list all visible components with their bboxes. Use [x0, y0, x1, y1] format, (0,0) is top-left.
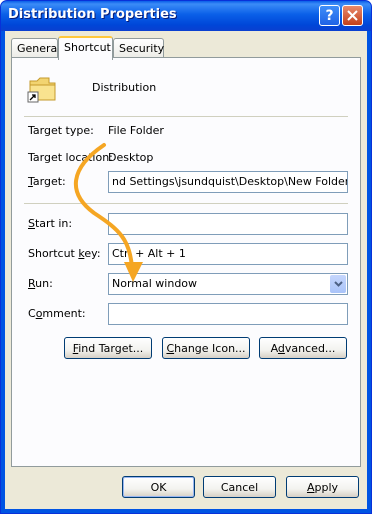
- close-icon: [347, 10, 358, 21]
- shortcut-panel: Distribution Target type: File Folder Ta…: [11, 57, 361, 467]
- start-in-label: Start in:: [28, 217, 73, 230]
- shortcut-key-value: Ctrl + Alt + 1: [112, 247, 186, 260]
- comment-label: Comment:: [28, 307, 86, 320]
- help-icon: ?: [325, 7, 334, 24]
- divider: [24, 203, 348, 204]
- run-value: Normal window: [112, 277, 198, 290]
- title-bar[interactable]: Distribution Properties ?: [1, 1, 371, 31]
- target-location-value: Desktop: [108, 151, 154, 164]
- target-value: nd Settings\jsundquist\Desktop\New Folde…: [112, 175, 348, 188]
- tab-security[interactable]: Security: [113, 38, 164, 58]
- tab-shortcut[interactable]: Shortcut: [58, 36, 113, 60]
- target-field[interactable]: nd Settings\jsundquist\Desktop\New Folde…: [108, 171, 348, 193]
- chevron-down-icon[interactable]: [330, 275, 346, 293]
- tab-security-label: Security: [119, 42, 165, 55]
- folder-icon: [27, 77, 56, 103]
- help-button[interactable]: ?: [319, 5, 340, 26]
- find-target-button[interactable]: Find Target...: [64, 337, 152, 359]
- target-type-label: Target type:: [28, 124, 94, 137]
- cancel-button[interactable]: Cancel: [203, 476, 276, 498]
- run-select[interactable]: Normal window: [108, 273, 348, 295]
- dialog-body: General Shortcut Security Distribution T…: [5, 31, 367, 509]
- target-location-label: Target location:: [28, 151, 113, 164]
- target-type-value: File Folder: [108, 124, 164, 137]
- change-icon-button[interactable]: Change Icon...: [162, 337, 250, 359]
- run-label: Run:: [28, 277, 53, 290]
- comment-field[interactable]: [108, 303, 348, 325]
- shortcut-name: Distribution: [92, 81, 157, 94]
- tab-shortcut-label: Shortcut: [64, 41, 111, 54]
- start-in-field[interactable]: [108, 213, 348, 235]
- properties-window: Distribution Properties ? General Shortc…: [0, 0, 372, 514]
- apply-button[interactable]: Apply: [286, 476, 359, 498]
- shortcut-key-field[interactable]: Ctrl + Alt + 1: [108, 243, 348, 265]
- tab-general-label: General: [17, 42, 61, 55]
- window-title: Distribution Properties: [8, 7, 177, 22]
- ok-button[interactable]: OK: [122, 476, 195, 498]
- target-label: Target:: [28, 175, 66, 188]
- shortcut-key-label: Shortcut key:: [28, 247, 101, 260]
- close-button[interactable]: [342, 5, 363, 26]
- divider: [24, 116, 348, 117]
- tab-general[interactable]: General: [11, 38, 61, 58]
- advanced-button[interactable]: Advanced...: [259, 337, 347, 359]
